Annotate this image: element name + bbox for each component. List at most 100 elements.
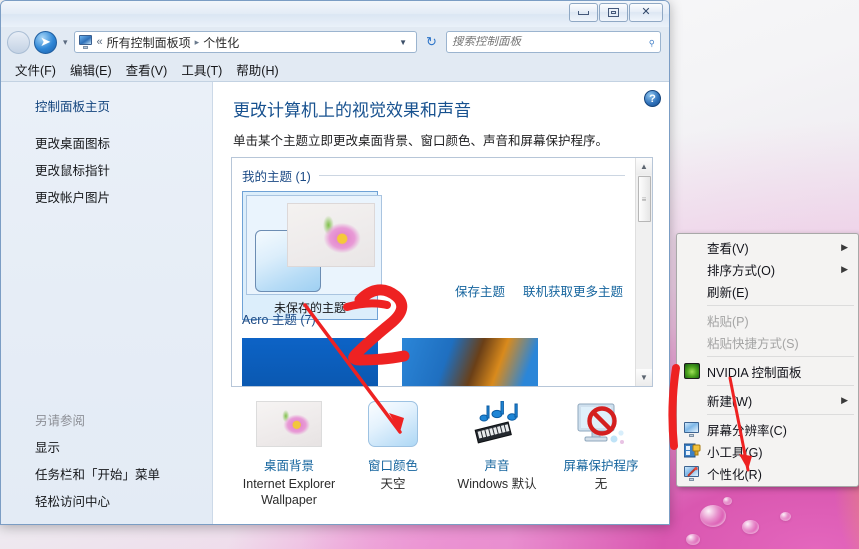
- context-menu-item-gadgets[interactable]: 小工具(G): [677, 440, 858, 462]
- sidebar-item-change-desktop-icons[interactable]: 更改桌面图标: [1, 129, 212, 156]
- control-panel-icon: [78, 35, 93, 49]
- setting-sound[interactable]: 声音 Windows 默认: [445, 395, 549, 508]
- menu-item-file[interactable]: 文件(F): [15, 60, 56, 79]
- settings-row: 桌面背景 Internet Explorer Wallpaper 窗口颜色 天空: [231, 387, 653, 508]
- menu-label: 屏幕分辨率(C): [707, 423, 787, 438]
- theme-item-aero[interactable]: [402, 338, 538, 386]
- page-subtitle: 单击某个主题立即更改桌面背景、窗口颜色、声音和屏幕保护程序。: [233, 134, 609, 148]
- get-more-themes-online-link[interactable]: 联机获取更多主题: [523, 281, 623, 300]
- wallpaper-preview: [287, 203, 375, 267]
- setting-label[interactable]: 窗口颜色: [341, 455, 445, 474]
- sidebar-item-control-panel-home[interactable]: 控制面板主页: [1, 96, 212, 115]
- sidebar-item-ease-of-access-center[interactable]: 轻松访问中心: [1, 487, 212, 514]
- menu-label: 粘贴(P): [707, 314, 749, 329]
- menu-item-view[interactable]: 查看(V): [126, 60, 168, 79]
- sidebar-item-taskbar-start-menu[interactable]: 任务栏和「开始」菜单: [1, 460, 212, 487]
- maximize-button[interactable]: [599, 3, 628, 22]
- desktop-background-icon: [237, 395, 341, 453]
- desktop-context-menu: 查看(V) ▶ 排序方式(O) ▶ 刷新(E) 粘贴(P) 粘贴快捷方式(S) …: [676, 233, 859, 487]
- title-bar[interactable]: ✕: [1, 1, 669, 27]
- context-menu-item-view[interactable]: 查看(V) ▶: [677, 236, 858, 258]
- nvidia-icon: [677, 363, 707, 379]
- breadcrumb-item-all-items[interactable]: 所有控制面板项: [107, 34, 191, 51]
- water-droplet: [700, 505, 726, 527]
- theme-group-label: Aero 主题 (7): [242, 313, 316, 327]
- sidebar-item-display[interactable]: 显示: [1, 433, 212, 460]
- menu-item-tools[interactable]: 工具(T): [181, 60, 222, 79]
- menu-separator: [707, 385, 854, 386]
- sound-icon: [445, 395, 549, 453]
- theme-list-panel: 我的主题 (1) 未保存的主题 保存主题 联机获取更多主题 Aero 主题 (7…: [231, 157, 653, 387]
- setting-label[interactable]: 声音: [445, 455, 549, 474]
- minimize-button[interactable]: [569, 3, 598, 22]
- water-droplet: [723, 497, 732, 505]
- theme-item-aero[interactable]: [242, 338, 378, 386]
- context-menu-item-new[interactable]: 新建(W) ▶: [677, 389, 858, 411]
- help-icon[interactable]: ?: [644, 90, 661, 107]
- gadget-icon: [677, 443, 707, 459]
- water-droplet: [742, 520, 759, 534]
- menu-label: NVIDIA 控制面板: [707, 365, 802, 380]
- context-menu-item-screen-resolution[interactable]: 屏幕分辨率(C): [677, 418, 858, 440]
- submenu-arrow-icon: ▶: [841, 241, 848, 252]
- theme-list: 我的主题 (1) 未保存的主题 保存主题 联机获取更多主题 Aero 主题 (7…: [232, 158, 635, 386]
- setting-desktop-background[interactable]: 桌面背景 Internet Explorer Wallpaper: [237, 395, 341, 508]
- water-droplet: [780, 512, 791, 521]
- theme-item-unsaved[interactable]: 未保存的主题: [242, 191, 382, 320]
- scrollbar-thumb[interactable]: ≡: [637, 176, 651, 222]
- window-color-icon: [341, 395, 445, 453]
- breadcrumb-overflow-icon[interactable]: «: [97, 36, 103, 48]
- context-menu-item-personalize[interactable]: 个性化(R): [677, 462, 858, 484]
- menu-label: 查看(V): [707, 241, 749, 256]
- submenu-arrow-icon: ▶: [841, 394, 848, 405]
- sidebar-item-change-mouse-pointers[interactable]: 更改鼠标指针: [1, 156, 212, 183]
- save-theme-link[interactable]: 保存主题: [455, 281, 505, 300]
- theme-list-scrollbar[interactable]: ▲ ≡ ▼: [635, 158, 652, 386]
- scroll-down-arrow-icon[interactable]: ▼: [635, 369, 652, 386]
- sidebar-item-change-account-picture[interactable]: 更改帐户图片: [1, 183, 212, 210]
- menu-label: 新建(W): [707, 394, 753, 409]
- breadcrumb-separator-icon: ▸: [194, 36, 200, 47]
- sidebar-see-also-label: 另请参阅: [35, 414, 86, 428]
- recent-pages-dropdown[interactable]: ▾: [61, 37, 70, 48]
- setting-screensaver[interactable]: 屏幕保护程序 无: [549, 395, 653, 508]
- search-box[interactable]: ⌕: [446, 31, 661, 53]
- menu-separator: [707, 356, 854, 357]
- menu-label: 排序方式(O): [707, 263, 776, 278]
- breadcrumb-item-personalization[interactable]: 个性化: [203, 34, 239, 51]
- menu-item-help[interactable]: 帮助(H): [236, 60, 278, 79]
- setting-value: 天空: [380, 477, 406, 491]
- context-menu-item-sort-by[interactable]: 排序方式(O) ▶: [677, 258, 858, 280]
- screensaver-icon: [549, 395, 653, 453]
- search-input[interactable]: [452, 36, 648, 48]
- theme-group-my-themes: 我的主题 (1): [242, 166, 625, 185]
- menu-bar: 文件(F) 编辑(E) 查看(V) 工具(T) 帮助(H): [1, 57, 669, 81]
- control-panel-window: ✕ ➤ ▾ « 所有控制面板项 ▸ 个性化 ▼ ↻ ⌕ 文件(F) 编辑(E) …: [0, 0, 670, 525]
- context-menu-item-paste-shortcut: 粘贴快捷方式(S): [677, 331, 858, 353]
- scroll-up-arrow-icon[interactable]: ▲: [635, 158, 652, 175]
- monitor-icon: [677, 421, 707, 437]
- context-menu-item-refresh[interactable]: 刷新(E): [677, 280, 858, 302]
- setting-value: 无: [594, 477, 608, 491]
- address-bar[interactable]: « 所有控制面板项 ▸ 个性化 ▼: [73, 31, 417, 53]
- close-button[interactable]: ✕: [629, 3, 663, 22]
- setting-window-color[interactable]: 窗口颜色 天空: [341, 395, 445, 508]
- setting-value: Internet Explorer Wallpaper: [242, 477, 336, 507]
- address-dropdown-icon[interactable]: ▼: [393, 38, 413, 47]
- theme-actions: 保存主题 联机获取更多主题: [455, 281, 623, 300]
- theme-group-aero-themes: Aero 主题 (7): [242, 309, 625, 328]
- window-controls: ✕: [569, 3, 663, 22]
- refresh-button[interactable]: ↻: [421, 32, 442, 53]
- menu-item-edit[interactable]: 编辑(E): [70, 60, 112, 79]
- setting-label[interactable]: 屏幕保护程序: [549, 455, 653, 474]
- menu-separator: [707, 305, 854, 306]
- back-button[interactable]: [7, 30, 30, 54]
- forward-button[interactable]: ➤: [34, 30, 57, 54]
- context-menu-item-nvidia-control-panel[interactable]: NVIDIA 控制面板: [677, 360, 858, 382]
- setting-label[interactable]: 桌面背景: [237, 455, 341, 474]
- personalize-icon: [677, 465, 707, 481]
- menu-label: 刷新(E): [707, 285, 749, 300]
- menu-separator: [707, 414, 854, 415]
- theme-thumbnail: [246, 195, 382, 295]
- divider: [318, 175, 625, 176]
